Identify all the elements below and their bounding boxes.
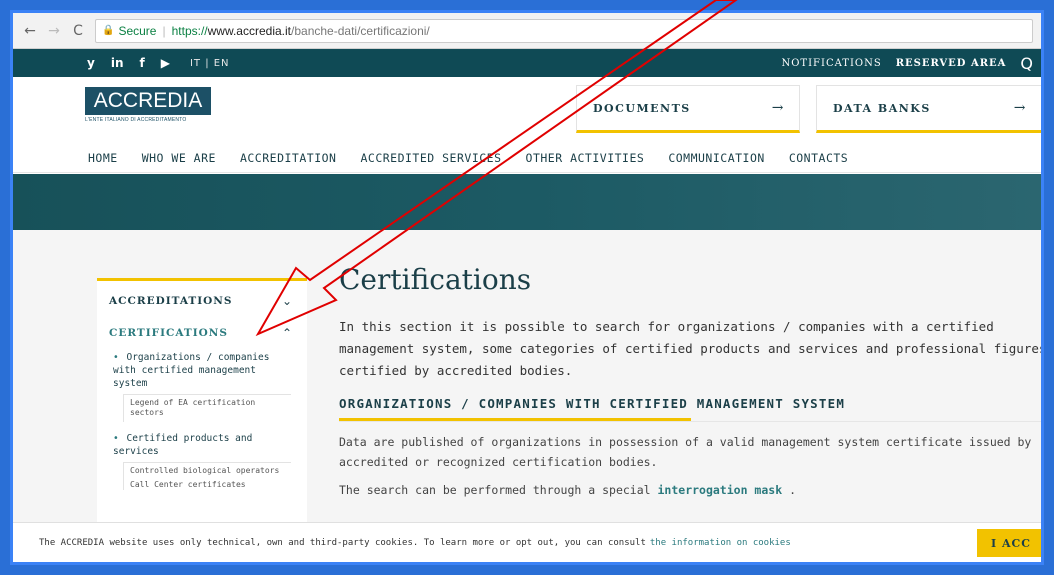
sidebar-subitem-ea-legend[interactable]: Legend of EA certification sectors: [123, 394, 291, 422]
nav-other-activities[interactable]: OTHER ACTIVITIES: [526, 151, 645, 165]
sidebar-item-organizations[interactable]: • Organizations / companies with certifi…: [97, 351, 307, 390]
body-paragraph: Data are published of organizations in p…: [339, 435, 1032, 469]
nav-communication[interactable]: COMMUNICATION: [668, 151, 765, 165]
facebook-icon[interactable]: f: [139, 56, 144, 70]
nav-who-we-are[interactable]: WHO WE ARE: [142, 151, 216, 165]
site-header: ACCREDIA L'ENTE ITALIANO DI ACCREDITAMEN…: [13, 77, 1041, 143]
main-content: Certifications In this section it is pos…: [339, 263, 1044, 508]
logo-wordmark: ACCREDIA: [85, 87, 211, 115]
url-separator: |: [162, 23, 166, 38]
sidebar-item-label: Organizations / companies with certified…: [113, 352, 270, 389]
data-banks-button[interactable]: DATA BANKS →: [816, 85, 1041, 133]
section-divider: ORGANIZATIONS / COMPANIES WITH CERTIFIED…: [339, 396, 1041, 422]
nav-accredited-services[interactable]: ACCREDITED SERVICES: [360, 151, 501, 165]
sidebar-certifications-label: CERTIFICATIONS: [109, 327, 228, 339]
forward-icon[interactable]: →: [47, 23, 61, 39]
nav-contacts[interactable]: CONTACTS: [789, 151, 848, 165]
sidebar-accreditations-label: ACCREDITATIONS: [109, 295, 233, 307]
main-navigation: HOME WHO WE ARE ACCREDITATION ACCREDITED…: [13, 143, 1041, 173]
cookie-banner: The ACCREDIA website uses only technical…: [13, 522, 1041, 562]
sidebar-certifications[interactable]: CERTIFICATIONS ⌃: [97, 317, 307, 349]
reserved-area-link[interactable]: RESERVED AREA: [896, 58, 1007, 69]
hero-banner: [13, 174, 1041, 230]
cookie-info-link[interactable]: the information on cookies: [650, 538, 791, 548]
secure-label: Secure: [118, 23, 157, 38]
sidebar-subitem-biological[interactable]: Controlled biological operators: [123, 462, 291, 480]
lock-icon: 🔒: [102, 25, 115, 36]
section-title: ORGANIZATIONS / COMPANIES WITH CERTIFIED…: [339, 396, 1041, 421]
documents-label: DOCUMENTS: [593, 101, 691, 115]
twitter-icon[interactable]: y: [87, 56, 95, 70]
documents-button[interactable]: DOCUMENTS →: [576, 85, 800, 133]
notifications-link[interactable]: NOTIFICATIONS: [781, 58, 881, 69]
back-icon[interactable]: ←: [23, 23, 37, 39]
cookie-text: The ACCREDIA website uses only technical…: [39, 537, 646, 548]
intro-paragraph: In this section it is possible to search…: [339, 319, 1044, 378]
browser-toolbar: ← → C 🔒 Secure | https:// www.accredia.i…: [13, 13, 1041, 49]
sidebar-item-label: Certified products and services: [113, 433, 253, 457]
search-text: The search can be performed through a sp…: [339, 483, 651, 497]
chevron-up-icon: ⌃: [281, 326, 293, 340]
nav-home[interactable]: HOME: [88, 151, 118, 165]
chevron-down-icon: ⌄: [281, 294, 293, 308]
browser-window: ← → C 🔒 Secure | https:// www.accredia.i…: [10, 10, 1044, 565]
search-paragraph: The search can be performed through a sp…: [339, 480, 1041, 500]
linkedin-icon[interactable]: in: [111, 56, 124, 70]
url-scheme: https://: [171, 23, 208, 38]
sidebar: ACCREDITATIONS ⌄ CERTIFICATIONS ⌃ • Orga…: [97, 278, 307, 538]
arrow-right-icon: →: [1013, 100, 1027, 116]
url-host: www.accredia.it: [207, 23, 292, 38]
address-bar[interactable]: 🔒 Secure | https:// www.accredia.it /ban…: [95, 18, 1033, 43]
sidebar-accreditations[interactable]: ACCREDITATIONS ⌄: [97, 285, 307, 317]
youtube-icon[interactable]: ▶: [161, 56, 170, 70]
top-utility-bar: y in f ▶ IT | EN NOTIFICATIONS RESERVED …: [13, 49, 1041, 77]
sidebar-item-products[interactable]: • Certified products and services: [97, 432, 307, 458]
bullet-icon: •: [113, 352, 119, 363]
period: .: [789, 483, 796, 497]
accept-cookies-button[interactable]: I ACC: [977, 529, 1041, 557]
arrow-right-icon: →: [771, 100, 785, 116]
sidebar-subitem-call-center[interactable]: Call Center certificates: [123, 480, 291, 490]
search-icon[interactable]: Q: [1020, 54, 1033, 73]
interrogation-mask-link[interactable]: interrogation mask: [658, 483, 783, 497]
nav-accreditation[interactable]: ACCREDITATION: [240, 151, 337, 165]
language-switcher[interactable]: IT | EN: [190, 58, 230, 69]
url-path: /banche-dati/certificazioni/: [291, 23, 430, 38]
accredia-logo[interactable]: ACCREDIA L'ENTE ITALIANO DI ACCREDITAMEN…: [85, 87, 211, 129]
reload-icon[interactable]: C: [71, 23, 85, 39]
bullet-icon: •: [113, 433, 119, 444]
logo-tagline: L'ENTE ITALIANO DI ACCREDITAMENTO: [85, 117, 187, 123]
page-title: Certifications: [339, 263, 532, 296]
data-banks-label: DATA BANKS: [833, 101, 931, 115]
